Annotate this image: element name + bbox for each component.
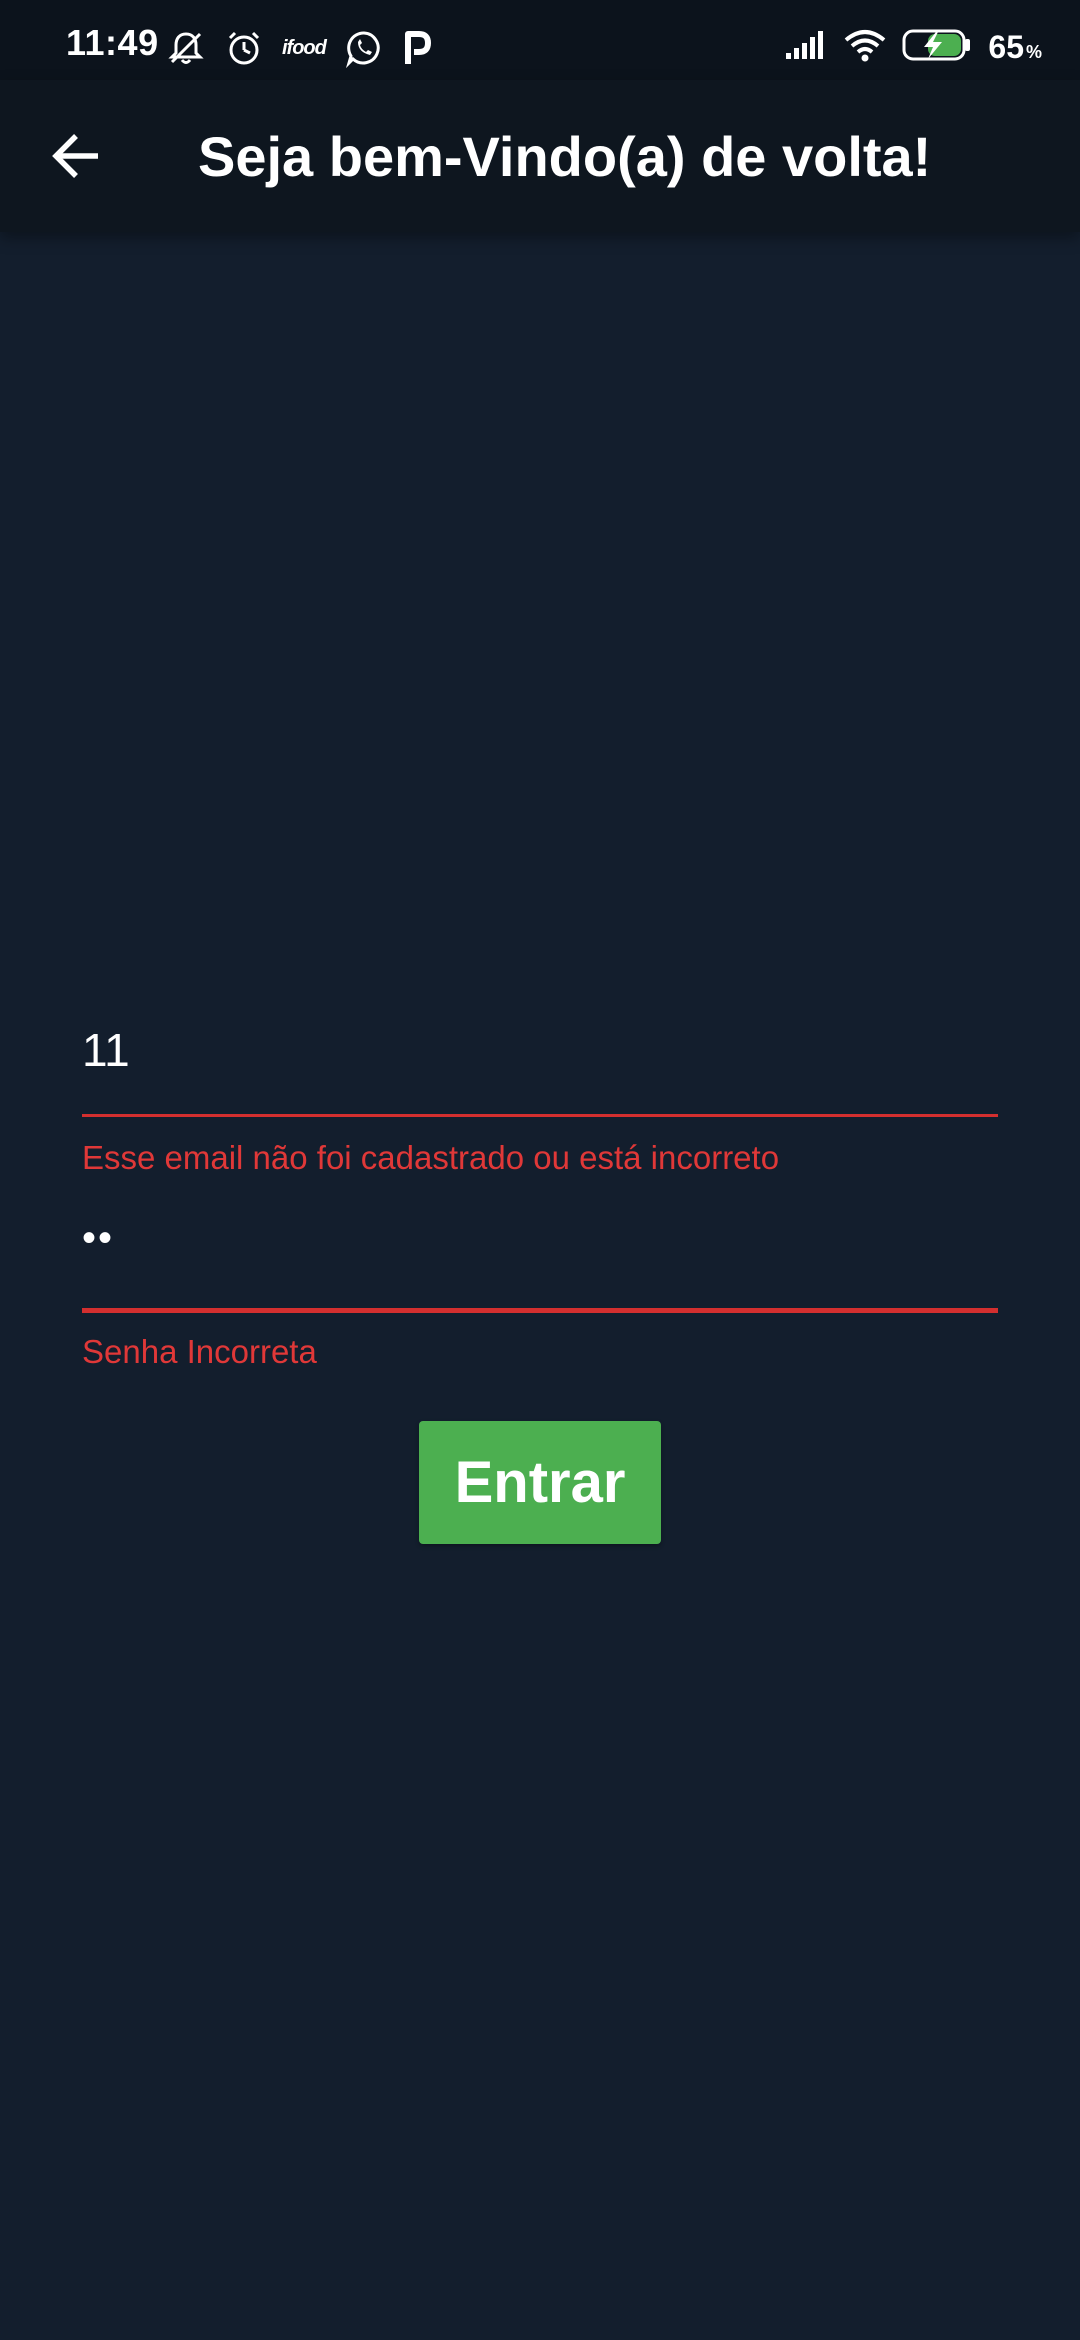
p-app-icon bbox=[402, 28, 432, 68]
email-field-underline bbox=[82, 1114, 998, 1117]
email-field[interactable]: 11 bbox=[82, 1015, 998, 1085]
battery-level-value: 65 bbox=[988, 28, 1024, 65]
status-time: 11:49 bbox=[66, 22, 159, 63]
whatsapp-icon bbox=[344, 28, 384, 68]
arrow-left-icon bbox=[50, 130, 102, 187]
battery-level: 65% bbox=[988, 29, 1042, 66]
battery-charging-icon bbox=[902, 28, 972, 67]
cellular-signal-icon bbox=[784, 29, 828, 66]
wifi-icon bbox=[844, 28, 886, 67]
battery-unit: % bbox=[1025, 41, 1042, 62]
password-error-message: Senha Incorreta bbox=[82, 1333, 317, 1370]
password-field[interactable]: •• bbox=[82, 1208, 998, 1268]
muted-bell-icon bbox=[166, 28, 206, 68]
login-button[interactable]: Entrar bbox=[419, 1421, 661, 1544]
alarm-clock-icon bbox=[224, 28, 264, 68]
app-bar: Seja bem-Vindo(a) de volta! bbox=[0, 80, 1080, 232]
ifood-icon: ifood bbox=[282, 36, 327, 59]
password-field-underline bbox=[82, 1308, 998, 1313]
status-bar: 11:49 ifood 65 % bbox=[0, 0, 1080, 80]
page-title: Seja bem-Vindo(a) de volta! bbox=[198, 125, 932, 188]
email-error-message: Esse email não foi cadastrado ou está in… bbox=[82, 1139, 780, 1176]
system-icons: 65% bbox=[784, 24, 1042, 70]
back-button[interactable] bbox=[40, 122, 112, 194]
email-field-group: 11 Esse email não foi cadastrado ou está… bbox=[82, 1015, 998, 1177]
login-screen: 11:49 ifood 65 % Seja bem-Vindo(a) de vo… bbox=[0, 0, 1080, 2340]
password-field-group: •• Senha Incorreta bbox=[82, 1208, 998, 1371]
notification-icons: ifood bbox=[166, 26, 432, 70]
